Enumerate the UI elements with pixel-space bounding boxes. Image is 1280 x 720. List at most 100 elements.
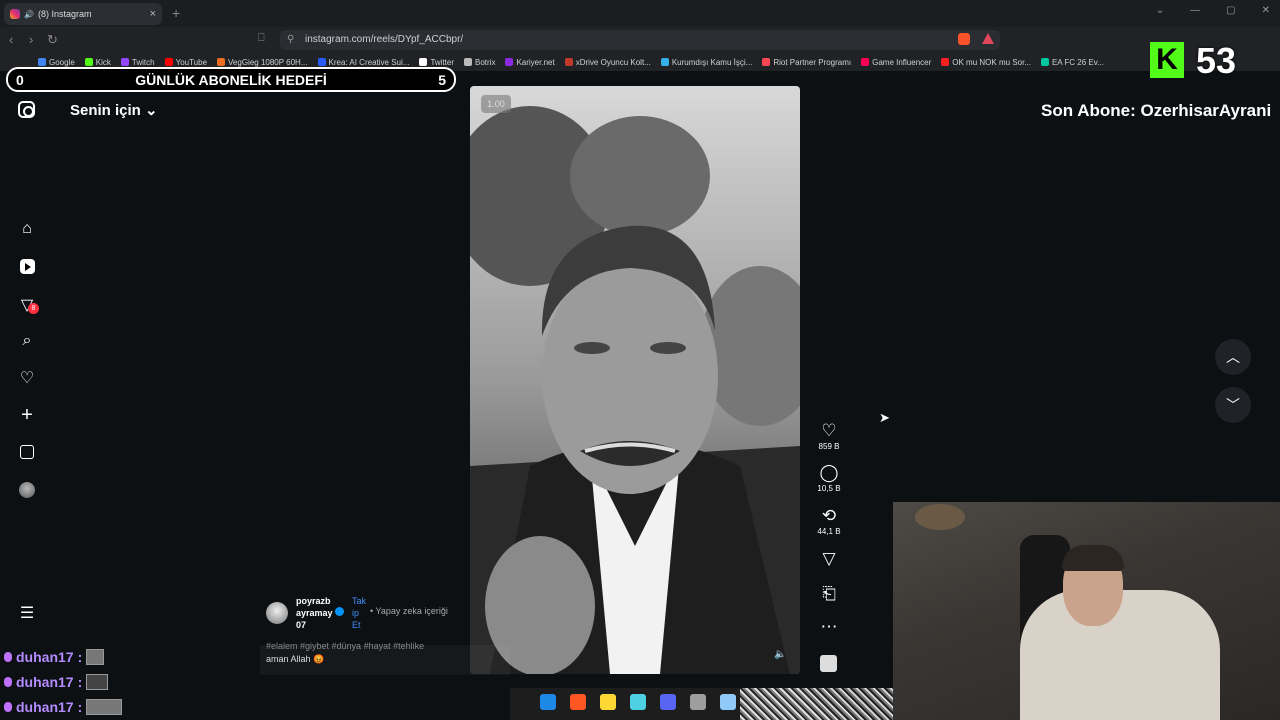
close-window-button[interactable]: ✕ bbox=[1262, 5, 1270, 16]
chat-separator: : bbox=[77, 649, 83, 665]
feed-label: Senin için bbox=[70, 102, 141, 119]
like-button[interactable]: ♡ 859 B bbox=[812, 421, 846, 452]
hashtags[interactable]: #elalem #giybet #dünya #hayat #tehlike bbox=[266, 641, 424, 651]
bookmark-icon[interactable]: ⎕ bbox=[258, 32, 265, 45]
taskbar-app-icon[interactable] bbox=[600, 694, 616, 710]
minimize-button[interactable]: — bbox=[1190, 5, 1200, 16]
chat-username: duhan17 bbox=[16, 649, 74, 665]
taskbar-app-icon[interactable] bbox=[630, 694, 646, 710]
bookmark-item[interactable]: OK mu NOK mu Sor... bbox=[941, 58, 1031, 67]
bookmark-favicon-icon bbox=[1040, 58, 1049, 66]
bookmark-item[interactable]: Twitch bbox=[120, 57, 155, 67]
verified-badge-icon bbox=[335, 607, 344, 616]
taskbar-app-icon[interactable] bbox=[540, 694, 556, 710]
home-icon[interactable]: ⌂ bbox=[17, 219, 37, 239]
bookmark-item[interactable]: Riot Partner Programı bbox=[762, 58, 851, 67]
taskbar-app-icon[interactable] bbox=[660, 694, 676, 710]
new-tab-button[interactable]: + bbox=[172, 5, 180, 21]
brave-rewards-icon[interactable] bbox=[982, 33, 994, 44]
feed-selector[interactable]: Senin için ⌄ bbox=[70, 101, 158, 119]
profile-avatar[interactable] bbox=[19, 482, 35, 498]
browser-tab[interactable]: 🔊 (8) Instagram × bbox=[4, 3, 162, 25]
bookmark-item[interactable]: Game Influencer bbox=[861, 58, 931, 67]
playback-speed[interactable]: 1.00 bbox=[481, 95, 511, 113]
bookmark-save-icon: ⎗ bbox=[822, 584, 836, 603]
chat-separator: : bbox=[77, 674, 83, 690]
caption-text: aman Allah 😡 bbox=[266, 654, 325, 664]
send-icon: ▽ bbox=[822, 549, 836, 568]
bookmark-favicon-icon bbox=[84, 58, 93, 66]
bookmark-label: Twitter bbox=[430, 57, 454, 67]
mouse-cursor-icon: ➤ bbox=[879, 410, 890, 425]
follow-button[interactable]: Tak ip Et bbox=[352, 595, 366, 631]
static-noise bbox=[740, 688, 895, 720]
bookmark-item[interactable]: EA FC 26 Ev... bbox=[1040, 57, 1104, 67]
close-tab-icon[interactable]: × bbox=[150, 8, 156, 20]
mic-badge-icon bbox=[4, 652, 12, 662]
bookmark-label: Twitch bbox=[131, 57, 155, 67]
mic-badge-icon bbox=[4, 702, 12, 712]
insights-icon[interactable] bbox=[17, 442, 37, 462]
create-icon[interactable]: + bbox=[17, 404, 37, 426]
repost-icon: ⟲ bbox=[821, 506, 837, 525]
bookmark-item[interactable]: VegGieg 1080P 60H... bbox=[217, 57, 308, 67]
chat-separator: : bbox=[77, 699, 83, 715]
reels-icon[interactable] bbox=[17, 256, 37, 276]
webcam-streamer-hair bbox=[1062, 545, 1124, 571]
repost-count: 44,1 B bbox=[817, 527, 841, 536]
share-button[interactable]: ▽ bbox=[812, 550, 846, 568]
previous-reel-button[interactable]: ︿ bbox=[1215, 339, 1251, 375]
speaker-icon[interactable]: 🔊 bbox=[24, 10, 34, 19]
bookmark-label: xDrive Oyuncu Kolt... bbox=[575, 57, 651, 67]
more-options-button[interactable]: ⋯ bbox=[812, 618, 846, 636]
instagram-logo-icon[interactable] bbox=[18, 101, 35, 118]
taskbar-app-icon[interactable] bbox=[720, 694, 736, 710]
taskbar-app-icon[interactable] bbox=[690, 694, 706, 710]
webcam-wall-clock bbox=[915, 504, 965, 530]
reel-video-frame bbox=[470, 86, 800, 674]
maximize-button[interactable]: ▢ bbox=[1226, 5, 1235, 16]
menu-icon[interactable]: ☰ bbox=[17, 603, 37, 623]
bookmark-item[interactable]: YouTube bbox=[164, 58, 207, 67]
bookmark-item[interactable]: Botrix bbox=[464, 58, 495, 67]
bookmark-item[interactable]: Krea: AI Creative Sui... bbox=[317, 58, 409, 67]
author-avatar[interactable] bbox=[266, 602, 288, 624]
tab-search-icon[interactable]: ⌄ bbox=[1156, 5, 1164, 16]
next-reel-button[interactable]: ﹀ bbox=[1215, 387, 1251, 423]
reel-video[interactable] bbox=[470, 86, 800, 674]
bookmark-item[interactable]: Kurumdışı Kamu İşçi... bbox=[660, 57, 753, 67]
author-username[interactable]: poyrazb ayramay 07 bbox=[296, 595, 336, 631]
comment-button[interactable]: ◯ 10,5 B bbox=[812, 463, 846, 494]
bookmark-item[interactable]: Google bbox=[38, 58, 75, 67]
bookmark-item[interactable]: Twitter bbox=[419, 58, 454, 67]
audio-thumbnail[interactable] bbox=[820, 655, 837, 672]
chat-message: duhan17 : bbox=[4, 674, 109, 690]
kick-viewer-count: 53 bbox=[1196, 40, 1237, 81]
bookmark-item[interactable]: Kariyer.net bbox=[505, 58, 555, 67]
bookmark-favicon-icon bbox=[38, 58, 46, 66]
back-button[interactable]: ‹ bbox=[9, 32, 13, 47]
bookmark-favicon-icon bbox=[120, 58, 129, 66]
goal-title: GÜNLÜK ABONELİK HEDEFİ bbox=[135, 71, 327, 88]
brave-shield-icon[interactable] bbox=[958, 33, 970, 45]
bookmark-label: Game Influencer bbox=[872, 57, 932, 67]
repost-button[interactable]: ⟲ 44,1 B bbox=[812, 506, 846, 537]
search-icon[interactable]: ⌕ bbox=[17, 331, 37, 351]
tab-title: (8) Instagram bbox=[37, 9, 92, 19]
comment-icon: ◯ bbox=[819, 463, 839, 482]
save-button[interactable]: ⎗ bbox=[812, 585, 846, 603]
bookmark-item[interactable]: xDrive Oyuncu Kolt... bbox=[564, 57, 651, 67]
site-info-icon[interactable]: ⚲ bbox=[287, 34, 294, 45]
bookmark-item[interactable]: Kick bbox=[84, 58, 111, 67]
chevron-down-icon: ﹀ bbox=[1226, 397, 1240, 413]
heart-icon: ♡ bbox=[821, 421, 837, 440]
reload-button[interactable]: ↻ bbox=[47, 32, 58, 48]
forward-button[interactable]: › bbox=[29, 32, 33, 47]
bookmark-label: EA FC 26 Ev... bbox=[1051, 57, 1104, 67]
bookmark-label: Kurumdışı Kamu İşçi... bbox=[671, 57, 753, 67]
notifications-heart-icon[interactable]: ♡ bbox=[17, 368, 37, 388]
volume-icon[interactable]: 🔈 bbox=[774, 649, 786, 660]
taskbar-app-icon[interactable] bbox=[570, 694, 586, 710]
bookmark-label: VegGieg 1080P 60H... bbox=[228, 57, 308, 67]
webcam-streamer-body bbox=[1020, 590, 1220, 720]
